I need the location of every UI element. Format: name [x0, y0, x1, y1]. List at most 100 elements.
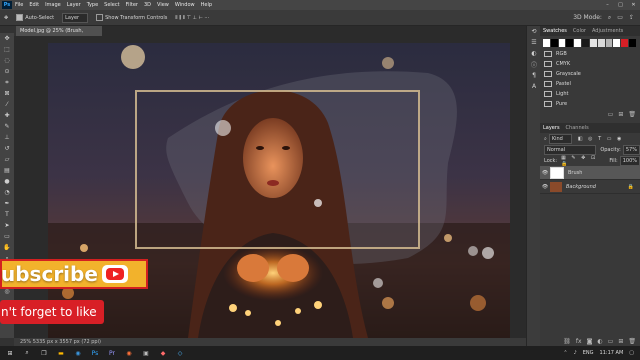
swatch-group-light[interactable]: Light: [540, 89, 640, 99]
swatch-group-rgb[interactable]: RGB: [540, 49, 640, 59]
maximize-button[interactable]: □: [614, 2, 627, 8]
menu-3d[interactable]: 3D: [144, 2, 151, 8]
mask-icon[interactable]: ◙: [587, 338, 593, 345]
brush-tool-icon[interactable]: ✎: [0, 121, 14, 132]
swatch-chip[interactable]: [543, 39, 550, 47]
menu-help[interactable]: Help: [201, 2, 212, 8]
gradient-tool-icon[interactable]: ▤: [0, 165, 14, 176]
edge-icon[interactable]: ◉: [71, 348, 85, 358]
photo-canvas[interactable]: [48, 43, 510, 338]
workspace-icon[interactable]: ▭: [617, 14, 623, 21]
paragraph-icon[interactable]: ¶: [527, 70, 541, 81]
task-view-icon[interactable]: ❐: [37, 348, 51, 358]
swatch-chip[interactable]: [597, 39, 605, 47]
auto-select-target-dropdown[interactable]: Layer: [62, 12, 89, 23]
frame-tool-icon[interactable]: ⊠: [0, 88, 14, 99]
layer-filter-dropdown[interactable]: Kind: [548, 133, 572, 144]
new-swatch-icon[interactable]: ⊞: [618, 111, 623, 118]
blur-tool-icon[interactable]: ●: [0, 176, 14, 187]
group-icon[interactable]: ▭: [608, 338, 614, 345]
auto-select-option[interactable]: Auto-Select: [16, 14, 54, 21]
align-icons[interactable]: ⫴ ⫼ ⫴ ⊤ ⊥ ⊢ ⋯: [175, 15, 209, 21]
layer-row-brush[interactable]: 👁 Brush: [540, 166, 640, 180]
volume-icon[interactable]: ♪: [574, 350, 577, 356]
menu-filter[interactable]: Filter: [126, 2, 138, 8]
show-transform-checkbox[interactable]: [96, 14, 104, 21]
swatch-chip[interactable]: [589, 39, 597, 47]
eye-icon[interactable]: 👁: [540, 184, 550, 190]
subscribe-banner[interactable]: ubscribe: [0, 259, 148, 289]
show-transform-option[interactable]: Show Transform Controls: [96, 14, 167, 21]
adjustment-layer-icon[interactable]: ◐: [597, 338, 602, 345]
pen-tool-icon[interactable]: ✒: [0, 198, 14, 209]
swatch-chip[interactable]: [550, 39, 558, 47]
search-icon[interactable]: ⌕: [20, 348, 34, 358]
swatch-chip[interactable]: [558, 39, 566, 47]
layer-row-background[interactable]: 👁 Background 🔒: [540, 180, 640, 194]
path-select-tool-icon[interactable]: ➤: [0, 220, 14, 231]
lock-icons[interactable]: ▦ ✎ ✥ ⊡ 🔒: [561, 155, 605, 167]
character-icon[interactable]: A: [527, 81, 541, 92]
menu-image[interactable]: Image: [45, 2, 61, 8]
swatch-chip[interactable]: [613, 39, 621, 47]
auto-select-checkbox[interactable]: [16, 14, 24, 21]
share-icon[interactable]: ⇪: [629, 14, 634, 21]
hand-tool-icon[interactable]: ✋: [0, 242, 14, 253]
menu-window[interactable]: Window: [175, 2, 195, 8]
minimize-button[interactable]: –: [601, 2, 614, 8]
history-brush-tool-icon[interactable]: ↺: [0, 143, 14, 154]
firefox-icon[interactable]: ◉: [122, 348, 136, 358]
swatch-chip[interactable]: [582, 39, 589, 47]
file-explorer-icon[interactable]: ▬: [54, 348, 68, 358]
adjustments-icon[interactable]: ◐: [527, 48, 541, 59]
menu-view[interactable]: View: [157, 2, 169, 8]
new-layer-icon[interactable]: ⊞: [618, 338, 623, 345]
crop-tool-icon[interactable]: ⌗: [0, 77, 14, 88]
move-tool-icon[interactable]: ✥: [4, 15, 8, 21]
move-tool-icon[interactable]: ✥: [0, 33, 14, 44]
shape-tool-icon[interactable]: ▭: [0, 231, 14, 242]
history-icon[interactable]: ⟲: [527, 26, 541, 37]
canvas-area[interactable]: [14, 36, 526, 338]
menu-edit[interactable]: Edit: [29, 2, 39, 8]
tab-adjustments[interactable]: Adjustments: [592, 28, 623, 34]
tab-swatches[interactable]: Swatches: [543, 28, 567, 34]
clone-stamp-tool-icon[interactable]: ⊥: [0, 132, 14, 143]
trash-icon[interactable]: 🗑: [628, 338, 636, 345]
eye-icon[interactable]: 👁: [540, 170, 550, 176]
swatch-group-pure[interactable]: Pure: [540, 99, 640, 109]
clock[interactable]: 11:17 AM: [600, 350, 624, 356]
search-icon[interactable]: ⌕: [608, 14, 611, 22]
lasso-tool-icon[interactable]: ◌: [0, 55, 14, 66]
app-icon[interactable]: ◆: [156, 348, 170, 358]
layer-name[interactable]: Background: [566, 184, 596, 190]
healing-tool-icon[interactable]: ✚: [0, 110, 14, 121]
swatch-group-cmyk[interactable]: CMYK: [540, 59, 640, 69]
swatch-chip[interactable]: [566, 39, 574, 47]
filter-icons[interactable]: ◧ ◎ T ▭ ◉: [578, 136, 624, 142]
swatch-group-pastel[interactable]: Pastel: [540, 79, 640, 89]
menu-file[interactable]: File: [15, 2, 23, 8]
swatch-group-grayscale[interactable]: Grayscale: [540, 69, 640, 79]
quick-select-tool-icon[interactable]: ⊙: [0, 66, 14, 77]
menu-type[interactable]: Type: [87, 2, 98, 8]
swatch-chip[interactable]: [629, 39, 636, 47]
link-icon[interactable]: ⛓: [563, 338, 571, 345]
info-icon[interactable]: ⓘ: [527, 59, 541, 70]
type-tool-icon[interactable]: T: [0, 209, 14, 220]
app-icon[interactable]: ◇: [173, 348, 187, 358]
notification-icon[interactable]: ▢: [629, 350, 634, 356]
fill-input[interactable]: 100%: [619, 155, 640, 166]
photoshop-icon[interactable]: Ps: [88, 348, 102, 358]
menu-layer[interactable]: Layer: [67, 2, 81, 8]
tab-color[interactable]: Color: [573, 28, 586, 34]
menu-select[interactable]: Select: [104, 2, 119, 8]
marquee-tool-icon[interactable]: ⬚: [0, 44, 14, 55]
app-icon[interactable]: ▣: [139, 348, 153, 358]
swatch-chip[interactable]: [574, 39, 582, 47]
start-icon[interactable]: ⊞: [3, 348, 17, 358]
new-group-icon[interactable]: ▭: [608, 111, 614, 118]
swatch-chip[interactable]: [605, 39, 613, 47]
fx-icon[interactable]: fx: [576, 338, 582, 345]
document-tab[interactable]: Model.jpg @ 25% (Brush, RGB/8) *: [16, 26, 102, 44]
